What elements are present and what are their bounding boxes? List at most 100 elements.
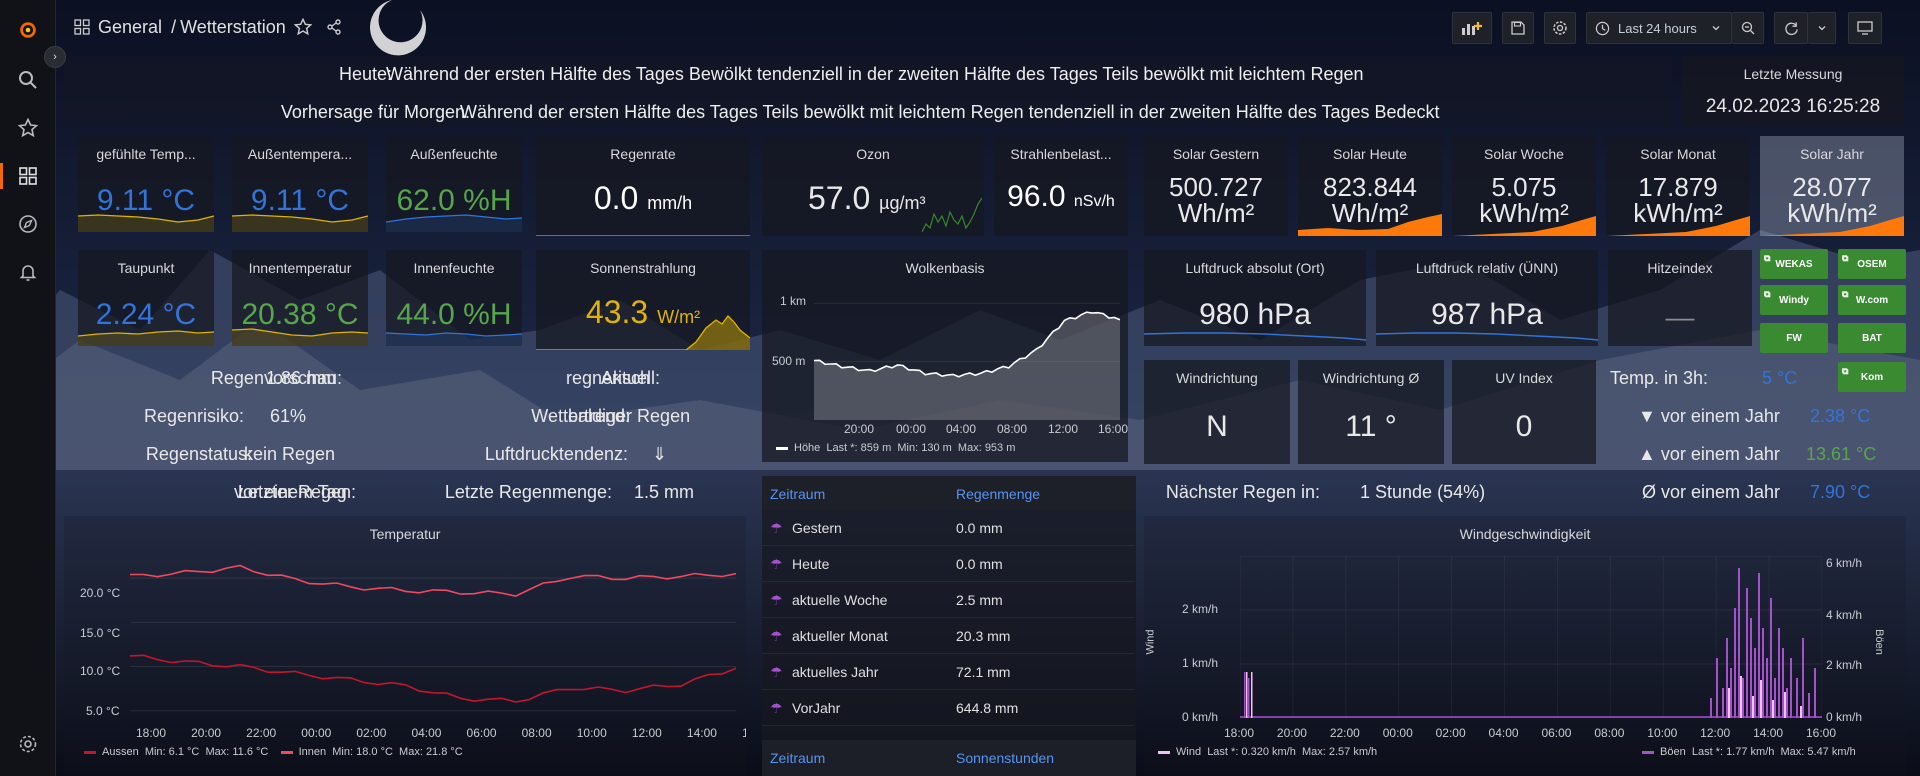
table-header: Zeitraum Regenmenge	[762, 476, 1136, 510]
panel-title: Windgeschwindigkeit	[1459, 526, 1591, 542]
link-bat-button[interactable]: BAT	[1838, 323, 1906, 353]
add-panel-button[interactable]	[1452, 12, 1492, 44]
time-range-picker[interactable]: Last 24 hours	[1586, 12, 1732, 44]
stat-hitzeindex[interactable]: Hitzeindex ––	[1608, 250, 1752, 346]
explore-compass-icon[interactable]	[16, 212, 40, 236]
column-header-regenmenge[interactable]: Regenmenge	[956, 486, 1040, 502]
column-header-zeitraum[interactable]: Zeitraum	[770, 486, 825, 502]
windgeschwindigkeit-panel[interactable]: Windgeschwindigkeit Wind Böen 2 km/h 1 k…	[1144, 516, 1906, 776]
stat-aussenfeuchte[interactable]: Außenfeuchte 62.0 %H	[386, 136, 522, 232]
zoom-out-button[interactable]	[1732, 12, 1764, 44]
legend[interactable]: Aussen Min: 6.1 °C Max: 11.6 °C Innen Mi…	[84, 746, 463, 758]
legend-wind[interactable]: Wind Last *: 0.320 km/h Max: 2.57 km/h	[1158, 746, 1377, 758]
stat-regenrate[interactable]: Regenrate 0.0 mm/h	[536, 136, 750, 236]
boeen-bar	[1734, 608, 1736, 718]
legend-series-name: Höhe	[794, 442, 821, 454]
stat-title: Außentempera...	[247, 146, 353, 162]
external-link-icon: ⧉	[1842, 289, 1849, 299]
sidebar: ›	[0, 0, 66, 776]
x-tick-label: 08:00	[1594, 726, 1625, 740]
legend[interactable]: Höhe Last *: 859 m Min: 130 m Max: 953 m	[776, 442, 1015, 454]
clock-icon	[1595, 21, 1610, 35]
favorite-star-icon[interactable]	[293, 17, 313, 39]
stat-value: N	[1206, 410, 1228, 443]
stat-gefuehlte-temp[interactable]: gefühlte Temp... 9.11 °C	[78, 136, 214, 232]
temperatur-panel[interactable]: Temperatur 20.0 °C 15.0 °C 10.0 °C 5.0 °…	[64, 516, 746, 776]
y-tick-label: 10.0 °C	[80, 664, 121, 678]
stat-aussentemperatur[interactable]: Außentempera... 9.11 °C	[232, 136, 368, 232]
boeen-bar	[1738, 568, 1740, 718]
breadcrumb: General / Wetterstation	[98, 17, 286, 38]
stat-windrichtung-avg[interactable]: Windrichtung Ø 11 °	[1298, 360, 1444, 464]
stat-strahlenbelastung[interactable]: Strahlenbelast... 96.0 nSv/h	[994, 136, 1128, 236]
legend-max: Max: 5.47 km/h	[1780, 746, 1856, 758]
legend-boeen[interactable]: Böen Last *: 1.77 km/h Max: 5.47 km/h	[1642, 746, 1856, 758]
star-icon[interactable]	[16, 116, 40, 140]
y2-axis-label: Böen	[1872, 629, 1885, 655]
share-icon[interactable]	[326, 19, 342, 38]
stat-innentemperatur[interactable]: Innentemperatur 20.38 °C	[232, 250, 368, 346]
stat-taupunkt[interactable]: Taupunkt 2.24 °C	[78, 250, 214, 346]
stat-solar-woche[interactable]: Solar Woche 5.075 kWh/m²	[1452, 136, 1596, 236]
settings-gear-icon[interactable]	[16, 732, 40, 756]
legend-last: Last *: 1.77 km/h	[1691, 746, 1775, 758]
wolkenbasis-panel[interactable]: Wolkenbasis 1 km 500 m 20:00 00:00 04:00…	[762, 250, 1128, 462]
legend-max: Max: 2.57 km/h	[1301, 746, 1378, 758]
stat-ozon[interactable]: Ozon 57.0 µg/m³	[762, 136, 984, 236]
stat-windrichtung[interactable]: Windrichtung N	[1144, 360, 1290, 464]
y-tick-label: 15.0 °C	[80, 626, 121, 640]
forecast-tomorrow-label: Vorhersage für Morgen:	[280, 102, 470, 122]
sparkline	[1144, 332, 1366, 341]
link-windy-button[interactable]: ⧉ Windy	[1760, 285, 1828, 315]
link-osem-button[interactable]: ⧉ OSEM	[1838, 249, 1906, 279]
stat-solar-heute[interactable]: Solar Heute 823.844 Wh/m²	[1298, 136, 1442, 236]
table-row: ☂ VorJahr 644.8 mm	[762, 690, 1134, 726]
save-icon	[1511, 21, 1525, 35]
table-row: ☂ aktuelles Jahr 72.1 mm	[762, 654, 1134, 690]
search-icon[interactable]	[16, 68, 40, 92]
link-fw-button[interactable]: FW	[1760, 323, 1828, 353]
stat-sonnenstrahlung[interactable]: Sonnenstrahlung 43.3 W/m²	[536, 250, 750, 350]
legend-swatch	[1158, 750, 1170, 754]
refresh-button[interactable]	[1774, 12, 1808, 44]
stat-solar-monat[interactable]: Solar Monat 17.879 kWh/m²	[1606, 136, 1750, 236]
aktuell-value: regnerisch	[566, 368, 651, 388]
dashboards-icon[interactable]	[16, 164, 40, 188]
dashboard-title[interactable]: Wetterstation	[180, 17, 286, 37]
stat-solar-gestern[interactable]: Solar Gestern 500.727 Wh/m²	[1144, 136, 1288, 236]
link-kom-button[interactable]: ⧉ Kom	[1838, 362, 1906, 392]
grafana-logo-icon[interactable]	[16, 18, 40, 42]
external-link-icon: ⧉	[1842, 366, 1849, 376]
stat-value: 0	[1515, 410, 1533, 443]
view-mode-button[interactable]	[1848, 12, 1882, 44]
stat-title: Ozon	[856, 146, 890, 162]
boeen-bar	[1786, 688, 1788, 718]
stat-luftdruck-absolut[interactable]: Luftdruck absolut (Ort) 980 hPa	[1144, 250, 1366, 346]
table-cell-zeitraum: Gestern	[792, 520, 842, 536]
y-axis-label: Wind	[1144, 629, 1157, 655]
luftdrucktendenz-value: ⇓	[652, 444, 668, 464]
gear-icon	[1553, 21, 1567, 35]
breadcrumb-folder[interactable]: General	[98, 17, 162, 37]
x-tick-label: 20:00	[191, 726, 222, 740]
table-cell-zeitraum: VorJahr	[792, 700, 841, 716]
save-dashboard-button[interactable]	[1502, 12, 1534, 44]
umbrella-icon: ☂	[770, 592, 783, 608]
link-label: WEKAS	[1775, 258, 1813, 270]
link-wcom-button[interactable]: ⧉ W.com	[1838, 285, 1906, 315]
alerting-bell-icon[interactable]	[16, 260, 40, 284]
column-header-sonnenstunden[interactable]: Sonnenstunden	[956, 750, 1054, 766]
x-tick-label: 18:00	[1224, 726, 1255, 740]
x-tick-label: 00:00	[301, 726, 332, 740]
refresh-interval-dropdown[interactable]	[1808, 12, 1836, 44]
stat-uv-index[interactable]: UV Index 0	[1452, 360, 1596, 464]
stat-unit: kWh/m²	[1633, 198, 1723, 228]
stat-value: ––	[1665, 302, 1695, 332]
stat-innenfeuchte[interactable]: Innenfeuchte 44.0 %H	[386, 250, 522, 346]
link-wekas-button[interactable]: ⧉ WEKAS	[1760, 249, 1828, 279]
stat-solar-jahr[interactable]: Solar Jahr 28.077 kWh/m²	[1760, 136, 1904, 236]
dashboard-settings-button[interactable]	[1544, 12, 1576, 44]
stat-luftdruck-relativ[interactable]: Luftdruck relativ (ÜNN) 987 hPa	[1376, 250, 1598, 346]
boeen-bar	[1722, 688, 1724, 718]
column-header-zeitraum[interactable]: Zeitraum	[770, 750, 825, 766]
